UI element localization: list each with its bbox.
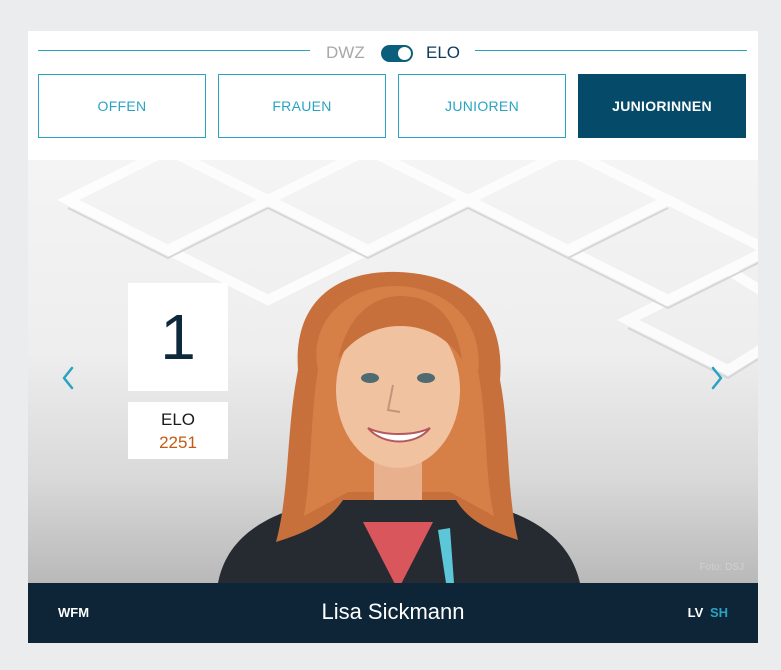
player-name: Lisa Sickmann [321, 599, 465, 624]
association-code: SH [709, 605, 728, 620]
player-slider-card: DWZ ELO OFFEN FRAUEN JUNIOREN JUNIORINNE… [28, 31, 758, 643]
association-badge: LV SH [688, 605, 728, 620]
player-photo [218, 271, 580, 583]
player-slide: 1 ELO 2251 Foto: DSJ [28, 160, 758, 583]
divider-right [475, 50, 747, 51]
player-info-bar: WFM Lisa Sickmann LV SH [28, 583, 758, 643]
elo-label[interactable]: ELO [426, 43, 460, 63]
tab-offen[interactable]: OFFEN [38, 74, 206, 138]
tab-frauen[interactable]: FRAUEN [218, 74, 386, 138]
divider-left [38, 50, 310, 51]
association-prefix: LV [687, 605, 704, 620]
rank-box: 1 [128, 283, 228, 391]
dwz-label[interactable]: DWZ [326, 43, 365, 63]
rank-number: 1 [160, 301, 196, 373]
tab-juniorinnen[interactable]: JUNIORINNEN [578, 74, 746, 138]
photo-credit: Foto: DSJ [699, 562, 744, 573]
rating-system-switch[interactable] [381, 45, 413, 62]
tab-junioren[interactable]: JUNIOREN [398, 74, 566, 138]
chevron-right-icon[interactable] [707, 363, 727, 393]
rating-value: 2251 [159, 433, 197, 452]
rating-system-toggle-row: DWZ ELO [28, 31, 758, 75]
rating-label: ELO [160, 410, 196, 429]
chevron-left-icon[interactable] [58, 363, 78, 393]
rating-box: ELO 2251 [128, 402, 228, 459]
switch-knob [398, 47, 411, 60]
